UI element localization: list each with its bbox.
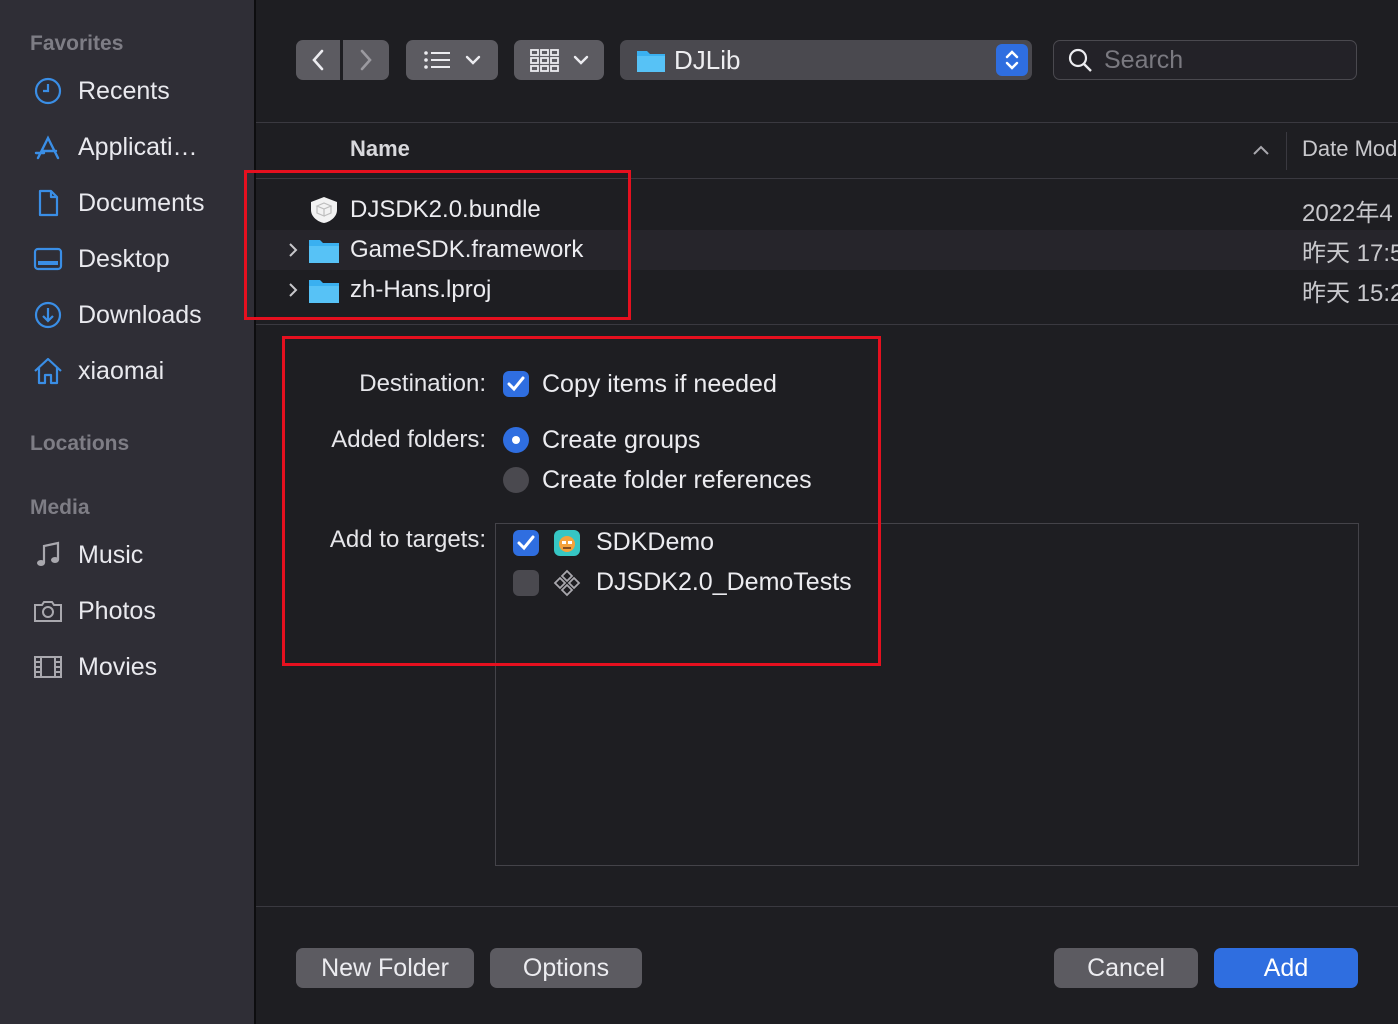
chevron-down-icon <box>573 55 589 65</box>
sidebar-item-label: Applicati… <box>78 132 198 161</box>
column-header-name[interactable]: Name <box>350 136 410 162</box>
add-button[interactable]: Add <box>1214 948 1358 988</box>
search-input[interactable] <box>1102 44 1346 76</box>
document-icon <box>38 189 59 217</box>
column-header-date[interactable]: Date Mod <box>1302 136 1397 162</box>
group-by-button[interactable] <box>514 40 604 80</box>
sort-ascending-icon[interactable] <box>1252 144 1270 156</box>
list-icon <box>424 51 450 69</box>
search-field[interactable] <box>1053 40 1357 80</box>
desktop-icon <box>33 247 63 271</box>
sidebar-item-desktop[interactable]: Desktop <box>32 239 242 279</box>
sidebar-item-photos[interactable]: Photos <box>32 591 242 631</box>
up-down-chevron-icon <box>1005 50 1019 70</box>
view-mode-list-button[interactable] <box>406 40 498 80</box>
sidebar-item-label: Downloads <box>78 300 202 329</box>
sidebar-item-applications[interactable]: Applicati… <box>32 127 242 167</box>
folder-icon <box>637 51 665 72</box>
sidebar-item-movies[interactable]: Movies <box>32 647 242 687</box>
forward-button[interactable] <box>343 40 389 80</box>
path-stepper[interactable] <box>996 44 1028 76</box>
toolbar-divider <box>256 122 1398 123</box>
highlight-box-options <box>282 336 881 666</box>
sidebar-item-label: xiaomai <box>78 356 165 385</box>
sidebar-item-label: Movies <box>78 652 158 681</box>
music-icon <box>37 541 60 566</box>
chevron-right-icon <box>360 49 372 71</box>
sidebar-item-home[interactable]: xiaomai <box>32 351 242 391</box>
footer-divider <box>256 906 1398 907</box>
highlight-box-files <box>244 170 631 320</box>
grid-icon <box>530 49 559 72</box>
sidebar-section-favorites: Favorites <box>30 32 124 55</box>
sidebar-item-music[interactable]: Music <box>32 535 242 575</box>
sidebar-item-label: Recents <box>78 76 170 105</box>
applications-icon <box>34 135 60 160</box>
new-folder-button[interactable]: New Folder <box>296 948 474 988</box>
list-divider <box>256 324 1398 325</box>
chevron-left-icon <box>312 49 324 71</box>
cancel-button[interactable]: Cancel <box>1054 948 1198 988</box>
sidebar-item-downloads[interactable]: Downloads <box>32 295 242 335</box>
file-date: 昨天 15:2 <box>1302 279 1398 307</box>
sidebar: Favorites Recents Applicati… Documents D… <box>0 0 256 1024</box>
path-label: DJLib <box>674 44 741 75</box>
camera-icon <box>34 601 62 622</box>
clock-icon <box>34 77 62 105</box>
download-icon <box>34 301 62 329</box>
path-popup[interactable]: DJLib <box>620 40 1032 80</box>
column-divider <box>1286 132 1287 170</box>
file-date: 昨天 17:5 <box>1302 239 1398 267</box>
search-icon <box>1068 48 1092 72</box>
sidebar-item-label: Photos <box>78 596 156 625</box>
chevron-down-icon <box>465 55 481 65</box>
sidebar-item-documents[interactable]: Documents <box>32 183 242 223</box>
sidebar-section-media: Media <box>30 496 90 519</box>
sidebar-item-label: Documents <box>78 188 205 217</box>
sidebar-item-recents[interactable]: Recents <box>32 71 242 111</box>
film-icon <box>34 656 62 678</box>
options-button[interactable]: Options <box>490 948 642 988</box>
sidebar-item-label: Music <box>78 540 144 569</box>
back-button[interactable] <box>296 40 340 80</box>
file-date: 2022年4 <box>1302 199 1393 227</box>
home-icon <box>34 357 62 385</box>
sidebar-section-locations: Locations <box>30 432 130 455</box>
sidebar-item-label: Desktop <box>78 244 170 273</box>
